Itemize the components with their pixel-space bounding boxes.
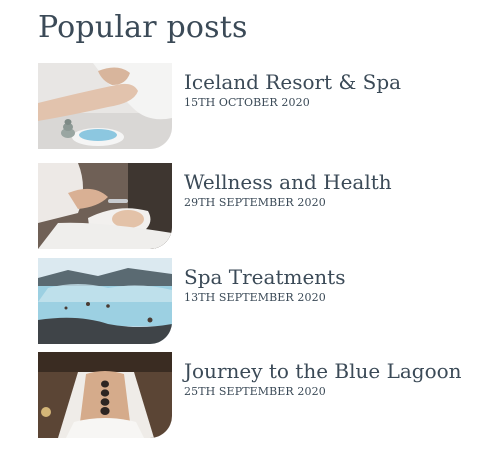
post-date: 25TH SEPTEMBER 2020 (184, 385, 326, 398)
popular-post-item[interactable]: Journey to the Blue Lagoon 25TH SEPTEMBE… (38, 352, 478, 438)
popular-post-item[interactable]: Wellness and Health 29TH SEPTEMBER 2020 (38, 163, 478, 249)
post-title[interactable]: Iceland Resort & Spa (184, 69, 401, 95)
post-title[interactable]: Spa Treatments (184, 264, 345, 290)
spa-hand-massage-image[interactable] (38, 63, 172, 149)
popular-post-item[interactable]: Iceland Resort & Spa 15TH OCTOBER 2020 (38, 63, 478, 149)
geothermal-lagoon-image[interactable] (38, 258, 172, 344)
post-date: 13TH SEPTEMBER 2020 (184, 291, 326, 304)
post-title[interactable]: Journey to the Blue Lagoon (184, 358, 462, 384)
post-date: 29TH SEPTEMBER 2020 (184, 196, 326, 209)
popular-posts-heading: Popular posts (38, 10, 248, 45)
post-date: 15TH OCTOBER 2020 (184, 96, 310, 109)
post-title[interactable]: Wellness and Health (184, 169, 392, 195)
popular-post-item[interactable]: Spa Treatments 13TH SEPTEMBER 2020 (38, 258, 478, 344)
hot-stone-massage-image[interactable] (38, 352, 172, 438)
facial-treatment-image[interactable] (38, 163, 172, 249)
